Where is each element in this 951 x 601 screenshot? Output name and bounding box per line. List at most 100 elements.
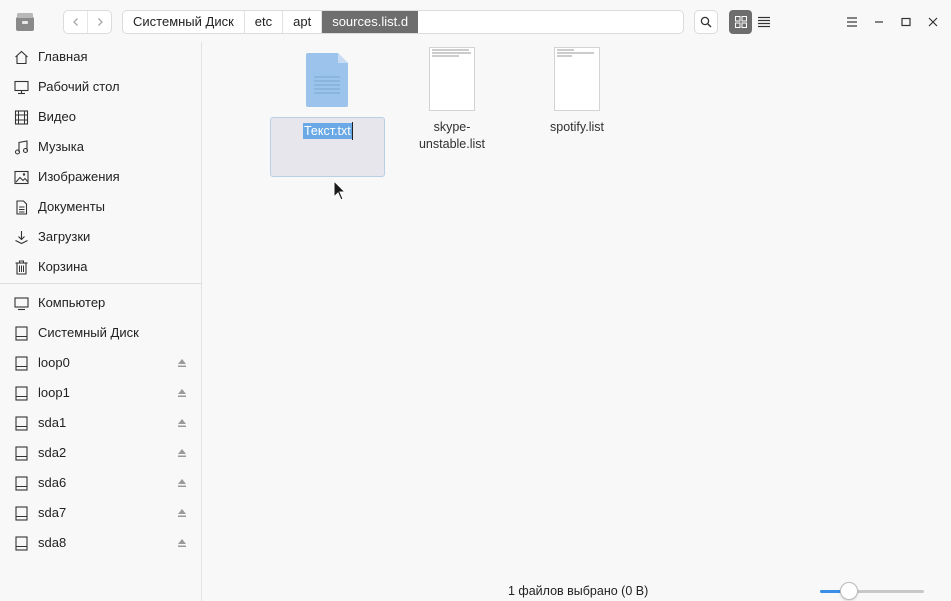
drive-icon (13, 475, 29, 491)
image-icon (13, 169, 29, 185)
sidebar-item-home[interactable]: Главная (0, 42, 202, 72)
sidebar-item-sda2[interactable]: sda2 (0, 438, 202, 468)
sidebar-item-desktop[interactable]: Рабочий стол (0, 72, 202, 102)
list-file-preview-icon[interactable] (429, 47, 475, 111)
breadcrumb: Системный Диск etc apt sources.list.d (122, 10, 684, 34)
sidebar-item-label: Документы (38, 199, 106, 214)
sidebar-item-images[interactable]: Изображения (0, 162, 202, 192)
sidebar-item-label: Видео (38, 109, 76, 124)
search-icon (700, 16, 712, 28)
eject-icon[interactable] (176, 477, 188, 489)
drive-icon (13, 415, 29, 431)
grid-view-icon (734, 16, 747, 28)
sidebar-item-music[interactable]: Музыка (0, 132, 202, 162)
sidebar-item-label: Загрузки (38, 229, 91, 244)
forward-button[interactable] (87, 11, 111, 33)
breadcrumb-sources-list-d[interactable]: sources.list.d (322, 11, 419, 33)
eject-icon[interactable] (176, 507, 188, 519)
trash-icon (13, 259, 29, 275)
sidebar-item-loop1[interactable]: loop1 (0, 378, 202, 408)
eject-icon[interactable] (176, 387, 188, 399)
sidebar-item-label: sda6 (38, 475, 67, 490)
hamburger-menu-icon (847, 17, 857, 27)
drive-icon (13, 355, 29, 371)
search-button[interactable] (694, 10, 718, 34)
list-file-preview-icon[interactable] (554, 47, 600, 111)
close-icon (928, 17, 938, 27)
minimize-button[interactable] (867, 10, 891, 34)
maximize-icon (901, 17, 911, 27)
document-icon (13, 199, 29, 215)
text-file-icon[interactable] (305, 53, 349, 107)
eject-icon[interactable] (176, 537, 188, 549)
close-button[interactable] (921, 10, 945, 34)
sidebar-item-computer[interactable]: Компьютер (0, 288, 202, 318)
maximize-button[interactable] (894, 10, 918, 34)
sidebar-item-label: Рабочий стол (38, 79, 120, 94)
text-caret (352, 122, 353, 140)
status-text: 1 файлов выбрано (0 B) (508, 584, 649, 598)
breadcrumb-etc[interactable]: etc (245, 11, 284, 33)
sidebar-item-downloads[interactable]: Загрузки (0, 222, 202, 252)
sidebar-item-label: Компьютер (38, 295, 106, 310)
file-item-spotify[interactable]: spotify.list (527, 119, 627, 136)
chevron-right-icon (97, 18, 103, 26)
chevron-left-icon (72, 18, 78, 26)
view-mode-switch (729, 10, 775, 34)
drive-icon (13, 505, 29, 521)
minimize-icon (875, 21, 883, 23)
sidebar-item-trash[interactable]: Корзина (0, 252, 202, 282)
sidebar-divider (0, 283, 202, 284)
sidebar-item-sda6[interactable]: sda6 (0, 468, 202, 498)
eject-icon[interactable] (176, 447, 188, 459)
sidebar-item-sda1[interactable]: sda1 (0, 408, 202, 438)
grid-view-button[interactable] (729, 10, 752, 34)
menu-button[interactable] (840, 10, 864, 34)
music-icon (13, 139, 29, 155)
navigation-buttons (63, 10, 112, 34)
sidebar-item-system-disk[interactable]: Системный Диск (0, 318, 202, 348)
file-item-skype[interactable]: skype- unstable.list (402, 119, 502, 153)
breadcrumb-system-disk[interactable]: Системный Диск (123, 11, 245, 33)
drive-icon (13, 445, 29, 461)
list-view-icon (757, 16, 770, 28)
sidebar-item-sda8[interactable]: sda8 (0, 528, 202, 558)
sidebar-item-loop0[interactable]: loop0 (0, 348, 202, 378)
file-name: spotify.list (550, 120, 604, 134)
computer-icon (13, 295, 29, 311)
home-icon (13, 49, 29, 65)
sidebar-item-label: Музыка (38, 139, 84, 154)
sidebar-item-label: sda8 (38, 535, 67, 550)
breadcrumb-apt[interactable]: apt (283, 11, 323, 33)
drive-icon (13, 385, 29, 401)
sidebar-item-video[interactable]: Видео (0, 102, 202, 132)
eject-icon[interactable] (176, 417, 188, 429)
drive-icon (13, 535, 29, 551)
sidebar-item-label: sda7 (38, 505, 67, 520)
zoom-slider-handle[interactable] (840, 582, 859, 600)
video-icon (13, 109, 29, 125)
file-view[interactable]: Текст.txt skype- unstable.list spotify.l… (203, 42, 951, 601)
sidebar-item-label: Корзина (38, 259, 88, 274)
mouse-cursor-icon (333, 179, 347, 202)
sidebar-item-label: sda2 (38, 445, 67, 460)
desktop-icon (13, 79, 29, 95)
rename-field[interactable]: Текст.txt (303, 123, 352, 139)
sidebar-item-label: sda1 (38, 415, 67, 430)
download-icon (13, 229, 29, 245)
file-manager-app-icon (14, 11, 36, 33)
sidebar-item-label: Главная (38, 49, 88, 64)
sidebar-item-label: loop0 (38, 355, 70, 370)
sidebar-item-label: loop1 (38, 385, 70, 400)
toolbar: Системный Диск etc apt sources.list.d (0, 0, 951, 42)
drive-icon (13, 325, 29, 341)
sidebar-item-label: Изображения (38, 169, 120, 184)
sidebar: Главная Рабочий стол Видео Музыка Изобра… (0, 42, 202, 601)
file-name: skype- unstable.list (418, 120, 485, 151)
sidebar-item-documents[interactable]: Документы (0, 192, 202, 222)
eject-icon[interactable] (176, 357, 188, 369)
sidebar-item-sda7[interactable]: sda7 (0, 498, 202, 528)
back-button[interactable] (64, 11, 87, 33)
list-view-button[interactable] (752, 10, 775, 34)
sidebar-item-label: Системный Диск (38, 325, 139, 340)
